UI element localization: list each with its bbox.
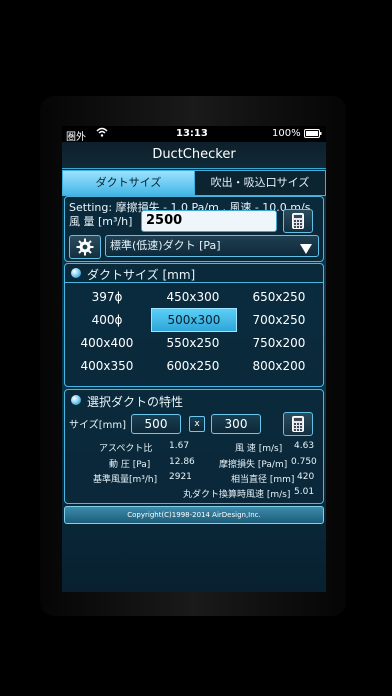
duct-size-option[interactable]: 750x200 xyxy=(239,332,319,354)
base-airflow-value: 2921 xyxy=(169,472,192,482)
width-value[interactable]: 500 xyxy=(131,414,181,434)
app-screen: 圏外 13:13 100% DuctChecker ダクトサイズ 吹出・吸込口サ… xyxy=(62,126,326,592)
duct-size-option[interactable]: 400ϕ xyxy=(67,309,147,331)
divider xyxy=(65,282,323,283)
selected-duct-title: 選択ダクトの特性 xyxy=(87,395,184,409)
equiv-diameter-label: 相当直径 [mm] xyxy=(231,475,295,485)
round-velocity-label: 丸ダクト換算時風速 [m/s] xyxy=(183,490,291,500)
tab-duct-size[interactable]: ダクトサイズ xyxy=(62,170,195,196)
duct-size-option-selected[interactable]: 500x300 xyxy=(151,308,237,332)
aspect-label: アスペクト比 xyxy=(99,444,153,454)
section-bullet-icon xyxy=(71,395,81,405)
carrier-label: 圏外 xyxy=(66,132,86,143)
battery-icon xyxy=(304,129,322,141)
battery-percent: 100% xyxy=(272,128,301,139)
gear-icon xyxy=(76,238,94,260)
duct-type-value: 標準(低速)ダクト [Pa] xyxy=(110,239,221,252)
velocity-label: 風 速 [m/s] xyxy=(235,444,283,454)
duct-size-option[interactable]: 550x250 xyxy=(153,332,233,354)
equiv-diameter-value: 420 xyxy=(297,472,315,482)
tab-outlet-size[interactable]: 吹出・吸込口サイズ xyxy=(194,170,326,196)
status-bar: 圏外 13:13 100% xyxy=(62,126,326,143)
airflow-input[interactable]: 2500 xyxy=(141,210,277,232)
clock: 13:13 xyxy=(176,128,208,139)
copyright-bar: Copyright(C)1998-2014 AirDesign,Inc. xyxy=(64,506,324,524)
swap-button[interactable]: x xyxy=(189,416,205,432)
calculator-button[interactable] xyxy=(283,209,313,233)
duct-size-option[interactable]: 700x250 xyxy=(239,309,319,331)
wifi-icon xyxy=(96,127,108,140)
duct-size-panel: ダクトサイズ [mm] 397ϕ 450x300 650x250 400ϕ 50… xyxy=(64,263,324,387)
duct-size-option[interactable]: 400x350 xyxy=(67,355,147,377)
selected-duct-panel: 選択ダクトの特性 サイズ[mm] 500 x 300 アスペクト比 1.67 風… xyxy=(64,389,324,504)
duct-size-option[interactable]: 600x250 xyxy=(153,355,233,377)
friction-label: 摩擦損失 [Pa/m] xyxy=(219,460,288,470)
duct-size-option[interactable]: 397ϕ xyxy=(67,286,147,308)
duct-size-option[interactable]: 650x250 xyxy=(239,286,319,308)
settings-button[interactable] xyxy=(69,235,101,259)
calculator-icon xyxy=(292,213,304,233)
velocity-value: 4.63 xyxy=(294,441,315,451)
tab-bar: ダクトサイズ 吹出・吸込口サイズ xyxy=(62,168,326,196)
round-velocity-value: 5.01 xyxy=(294,487,315,497)
app-title: DuctChecker xyxy=(62,142,326,169)
pressure-label: 動 圧 [Pa] xyxy=(109,460,151,470)
aspect-value: 1.67 xyxy=(169,441,190,451)
settings-panel: Setting: 摩擦損失 - 1.0 Pa/m , 風速 - 10.0 m/s… xyxy=(64,196,324,262)
duct-size-option[interactable]: 400x400 xyxy=(67,332,147,354)
duct-type-select[interactable]: 標準(低速)ダクト [Pa] xyxy=(105,235,319,257)
calculator-icon xyxy=(292,416,304,436)
duct-size-option[interactable]: 450x300 xyxy=(153,286,233,308)
duct-size-title: ダクトサイズ [mm] xyxy=(87,268,196,282)
height-value[interactable]: 300 xyxy=(211,414,261,434)
base-airflow-label: 基準風量[m³/h] xyxy=(93,475,158,485)
pressure-value: 12.86 xyxy=(169,457,195,467)
chevron-down-icon xyxy=(300,241,312,261)
section-bullet-icon xyxy=(71,268,81,278)
duct-size-option[interactable]: 800x200 xyxy=(239,355,319,377)
calculator-button-2[interactable] xyxy=(283,412,313,436)
airflow-label: 風 量 [m³/h] xyxy=(69,215,133,228)
size-label: サイズ[mm] xyxy=(69,420,126,431)
friction-value: 0.750 xyxy=(291,457,317,467)
